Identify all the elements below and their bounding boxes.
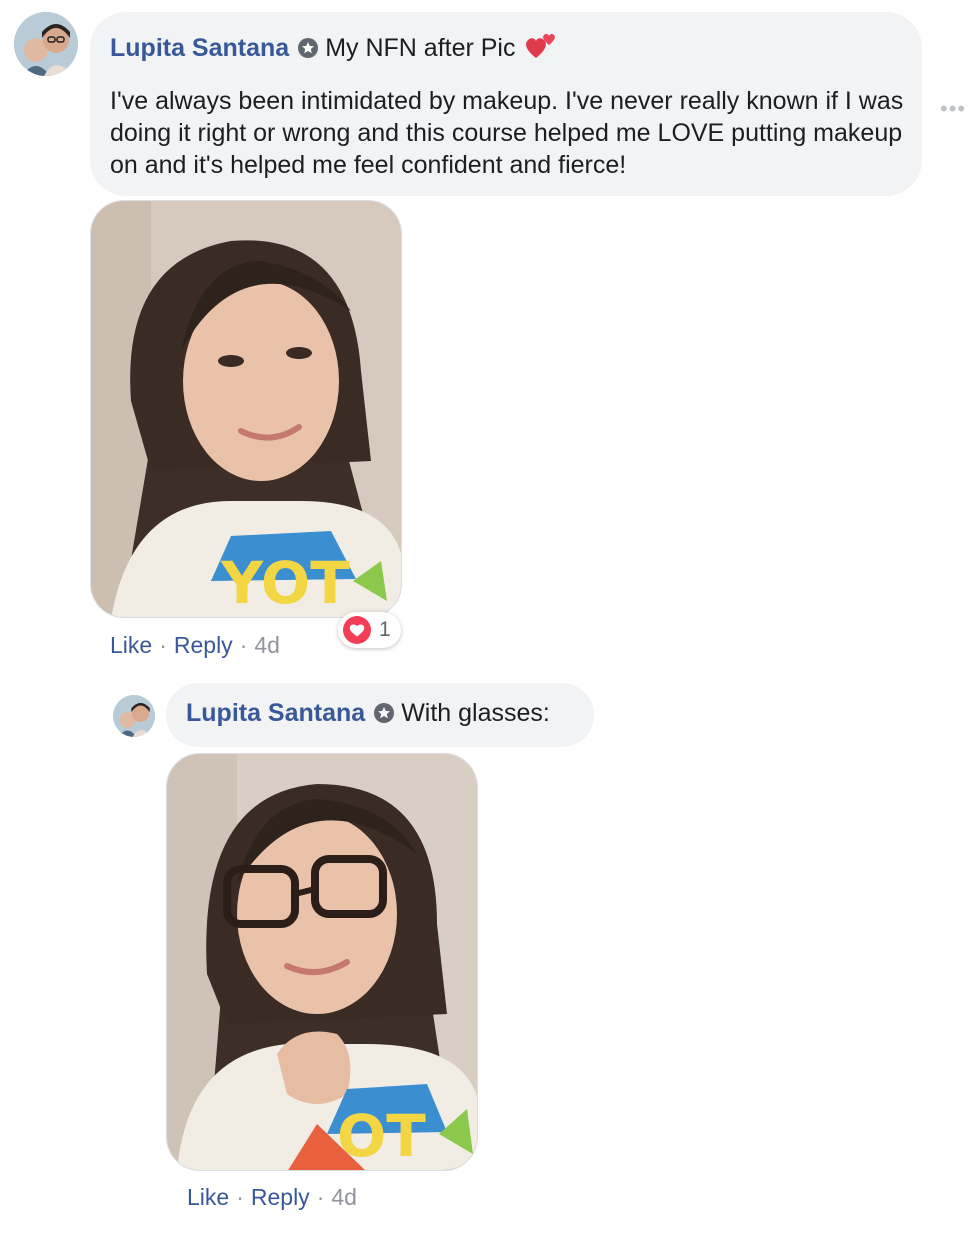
reply-button[interactable]: Reply — [174, 632, 233, 658]
comment-body-text: I've always been intimidated by makeup. … — [110, 87, 904, 179]
reaction-count: 1 — [379, 618, 391, 641]
comment-photo[interactable]: YOT — [90, 200, 402, 618]
like-button[interactable]: Like — [187, 1184, 229, 1210]
separator: · — [316, 1184, 325, 1210]
like-button[interactable]: Like — [110, 632, 152, 658]
reply-author-name[interactable]: Lupita Santana — [186, 699, 365, 727]
reply-text: With glasses: — [401, 699, 550, 727]
reply-actions: Like · Reply · 4d — [187, 1184, 357, 1211]
reaction-summary[interactable]: 1 — [338, 612, 401, 648]
group-member-badge-icon — [373, 702, 395, 729]
comment-timestamp[interactable]: 4d — [254, 632, 280, 658]
separator: · — [236, 1184, 244, 1210]
svg-text:YOT: YOT — [220, 549, 350, 617]
reply-bubble: Lupita Santana With glasses: — [166, 683, 594, 747]
reply-timestamp[interactable]: 4d — [331, 1184, 357, 1210]
comment-title-text: My NFN after Pic — [325, 34, 516, 62]
reply-button[interactable]: Reply — [251, 1184, 310, 1210]
comment-author-name[interactable]: Lupita Santana — [110, 34, 289, 62]
commenter-avatar[interactable] — [14, 12, 78, 76]
group-member-badge-icon — [297, 37, 319, 64]
reply-avatar[interactable] — [113, 695, 155, 737]
heart-icon — [343, 616, 371, 644]
separator: · — [159, 632, 167, 658]
two-hearts-icon — [524, 30, 558, 65]
reply-photo[interactable]: OT — [166, 753, 478, 1171]
separator: · — [239, 632, 248, 658]
comment-actions: Like · Reply · 4d — [110, 632, 280, 659]
comment-bubble: Lupita Santana My NFN after Pic I've alwa… — [90, 12, 922, 196]
comment-options-button[interactable]: ••• — [940, 96, 966, 122]
